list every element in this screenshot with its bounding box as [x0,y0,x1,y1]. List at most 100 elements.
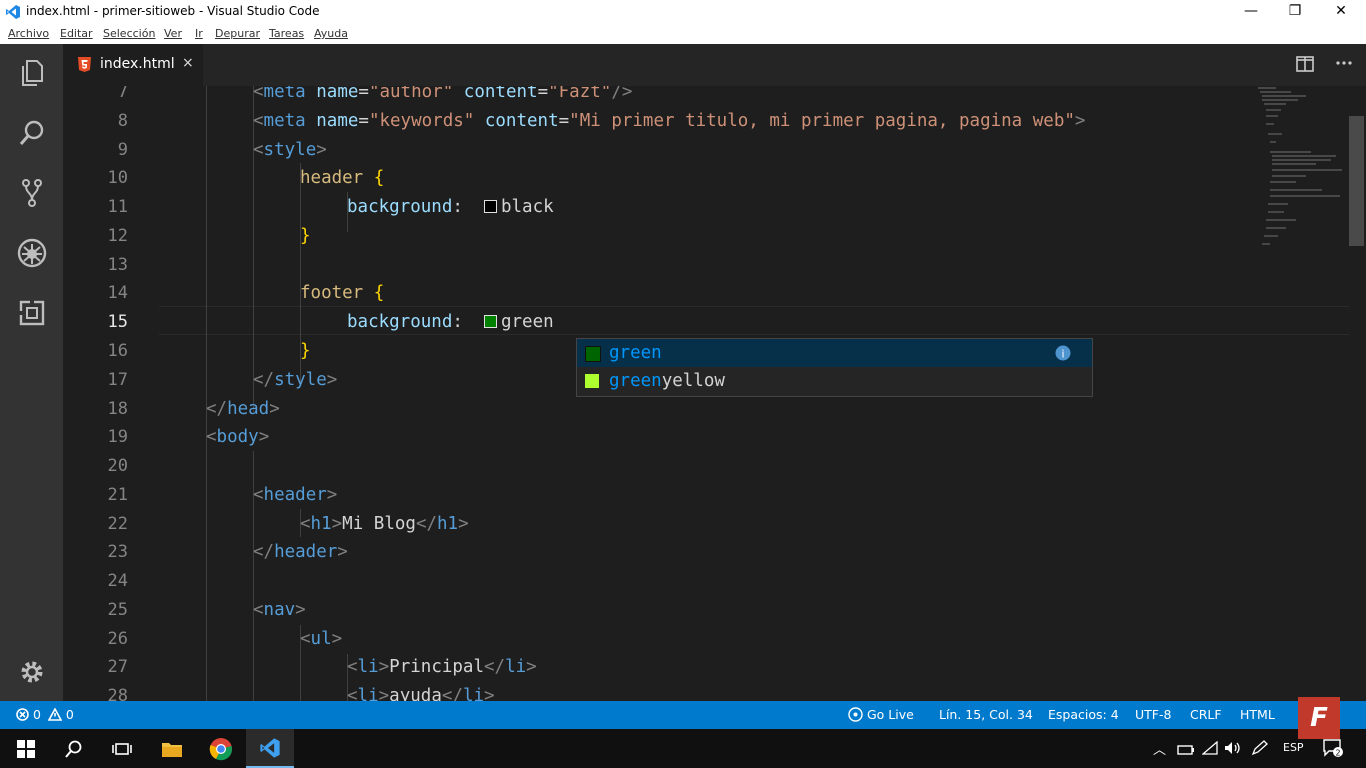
go-live-button[interactable]: Go Live [848,707,914,722]
tab-close-button[interactable]: × [182,55,194,71]
indentation-setting[interactable]: Espacios: 4 [1048,707,1119,722]
code-editor[interactable]: 7 8 9 10 11 12 13 14 15 16 17 18 19 20 2… [63,86,1366,701]
fazt-logo: F [1298,697,1340,739]
info-icon[interactable]: i [1055,345,1071,361]
task-view-icon[interactable] [98,729,146,768]
line-number: 11 [107,197,128,217]
tab-bar: index.html × [63,44,1366,86]
windows-taskbar: ︿ ESP 2 [0,729,1366,768]
code-line-25: <nav> [253,600,306,620]
debug-icon[interactable] [14,235,50,271]
more-actions-icon[interactable] [1335,54,1353,74]
code-line-19: <body> [206,427,270,447]
code-line-15: background: green [347,312,554,332]
network-icon[interactable] [1201,740,1218,759]
code-line-23: </header> [253,542,348,562]
broadcast-icon [848,707,863,722]
code-line-11: background: black [347,197,554,217]
explorer-icon[interactable] [14,55,50,91]
source-control-icon[interactable] [14,175,50,211]
code-line-17: </style> [253,370,338,390]
cursor-position[interactable]: Lín. 15, Col. 34 [939,707,1033,722]
code-line-12: } [300,226,311,246]
language-mode[interactable]: HTML [1240,707,1275,722]
menu-seleccion[interactable]: Selección [103,27,155,40]
close-window-button[interactable]: ✕ [1318,0,1364,24]
menu-ayuda[interactable]: Ayuda [314,27,348,40]
code-line-8: <meta name="keywords" content="Mi primer… [253,111,1086,131]
line-number: 9 [117,140,128,160]
indent-guide [206,86,207,701]
settings-icon[interactable] [14,654,50,690]
eol-setting[interactable]: CRLF [1190,707,1222,722]
line-number: 24 [107,571,128,591]
minimap[interactable] [1256,86,1346,256]
maximize-button[interactable]: ❐ [1272,0,1318,24]
menu-depurar[interactable]: Depurar [215,27,260,40]
battery-icon[interactable] [1177,741,1195,760]
error-count: 0 [32,707,41,722]
warning-icon [47,707,63,721]
error-icon [16,708,29,721]
volume-icon[interactable] [1224,740,1242,759]
extensions-icon[interactable] [14,295,50,331]
vscode-icon[interactable] [246,729,294,768]
tab-index-html[interactable]: index.html × [63,44,203,86]
split-editor-icon[interactable] [1296,56,1314,76]
line-number: 12 [107,226,128,246]
code-line-18: </head> [206,399,280,419]
menu-archivo[interactable]: Archivo [8,27,49,40]
code-line-10: header { [300,168,385,188]
suggestion-item-greenyellow[interactable]: greenyellow [577,367,1092,395]
menu-bar: Archivo Editar Selección Ver Ir Depurar … [0,24,1366,44]
suggestion-widget: green i greenyellow [576,338,1093,397]
line-number: 13 [107,255,128,275]
line-number: 23 [107,542,128,562]
window-title: index.html - primer-sitioweb - Visual St… [26,4,320,18]
line-number: 27 [107,657,128,677]
chrome-icon[interactable] [197,729,245,768]
menu-ir[interactable]: Ir [195,27,203,40]
color-swatch-green[interactable] [483,315,497,328]
vertical-scrollbar[interactable] [1349,116,1364,246]
tab-label: index.html [100,56,175,72]
suggestion-item-green[interactable]: green i [577,339,1092,367]
minimize-button[interactable]: — [1228,0,1274,24]
vscode-logo-icon [6,5,20,19]
menu-tareas[interactable]: Tareas [269,27,304,40]
code-line-28: <li>ayuda</li> [347,686,495,701]
menu-ver[interactable]: Ver [164,27,182,40]
line-number: 8 [117,111,128,131]
html5-file-icon [78,57,91,72]
color-swatch-black[interactable] [483,200,497,213]
encoding-setting[interactable]: UTF-8 [1135,707,1171,722]
tray-chevron-icon[interactable]: ︿ [1153,739,1166,758]
activity-bar [0,44,63,701]
windows-start-icon[interactable] [2,729,50,768]
current-line-highlight [159,306,1349,335]
code-line-14: footer { [300,283,385,303]
search-icon[interactable] [14,115,50,151]
menu-editar[interactable]: Editar [60,27,93,40]
line-number: 28 [107,686,128,701]
code-line-22: <h1>Mi Blog</h1> [300,514,469,534]
code-line-9: <style> [253,140,327,160]
status-bar: 0 0 Go Live Lín. 15, Col. 34 Espacios: 4… [0,701,1366,729]
notifications-icon[interactable]: 2 [1322,738,1344,762]
search-icon[interactable] [50,729,98,768]
warning-count: 0 [65,707,74,722]
line-number: 21 [107,485,128,505]
problems-indicator[interactable]: 0 0 [16,707,74,722]
language-indicator[interactable]: ESP [1283,741,1304,754]
line-number: 25 [107,600,128,620]
code-line-7: <meta name="author" content="Fazt"/> [253,86,633,102]
code-line-27: <li>Principal</li> [347,657,537,677]
line-number-active: 15 [107,312,128,332]
line-number: 22 [107,514,128,534]
code-line-16: } [300,341,311,361]
svg-text:i: i [1061,348,1064,361]
file-explorer-icon[interactable] [148,729,196,768]
line-number: 14 [107,283,128,303]
line-number: 18 [107,399,128,419]
pen-icon[interactable] [1251,740,1269,760]
